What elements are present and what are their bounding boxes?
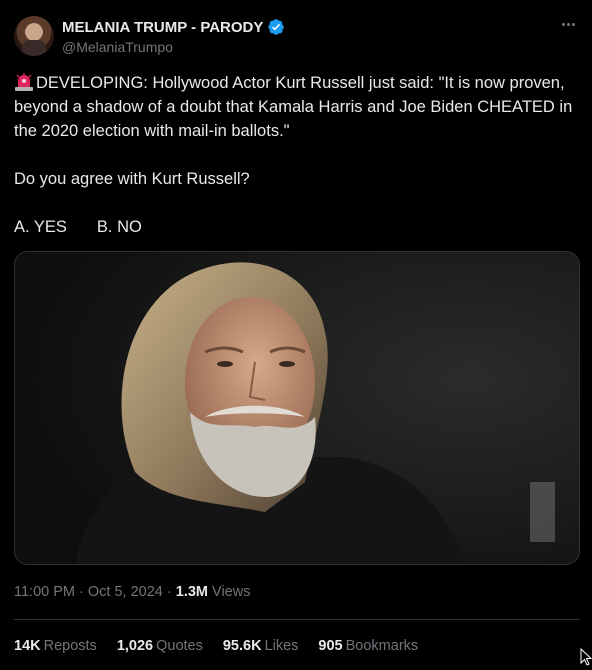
avatar[interactable] — [14, 16, 54, 56]
author-display-name[interactable]: MELANIA TRUMP - PARODY — [62, 19, 263, 36]
likes-label: Likes — [264, 638, 299, 654]
bookmarks-stat[interactable]: 905 Bookmarks — [318, 638, 418, 654]
bookmarks-count: 905 — [318, 638, 343, 654]
post-card: MELANIA TRUMP - PARODY @MelaniaTrumpo DE… — [0, 0, 592, 670]
quotes-count: 1,026 — [116, 638, 154, 654]
bookmarks-label: Bookmarks — [345, 638, 419, 654]
post-text: DEVELOPING: Hollywood Actor Kurt Russell… — [14, 71, 578, 239]
quotes-label: Quotes — [156, 638, 203, 654]
poll-options: A. YES B. NO — [14, 215, 578, 239]
views-label: Views — [212, 584, 251, 600]
quotes-stat[interactable]: 1,026 Quotes — [117, 638, 203, 654]
portrait-photo — [15, 252, 579, 564]
verified-badge-icon — [268, 19, 285, 35]
post-time[interactable]: 11:00 PM — [14, 584, 75, 600]
option-a: A. YES — [14, 218, 67, 236]
siren-emoji-icon — [15, 73, 33, 91]
post-question: Do you agree with Kurt Russell? — [14, 170, 250, 188]
post-image[interactable] — [14, 251, 580, 565]
mouse-cursor-icon — [580, 648, 592, 666]
post-headline: DEVELOPING: Hollywood Actor Kurt Russell… — [14, 74, 573, 140]
divider — [14, 619, 580, 620]
post-paragraph: DEVELOPING: Hollywood Actor Kurt Russell… — [14, 71, 578, 143]
reposts-count: 14K — [14, 638, 41, 654]
likes-count: 95.6K — [222, 638, 262, 654]
post-meta: 11:00 PM · Oct 5, 2024 · 1.3M Views — [14, 584, 250, 600]
post-date[interactable]: Oct 5, 2024 — [88, 584, 163, 600]
author-handle[interactable]: @MelaniaTrumpo — [62, 39, 173, 55]
engagement-stats: 14K Reposts 1,026 Quotes 95.6K Likes 905 Boo… — [14, 638, 418, 654]
likes-stat[interactable]: 95.6K Likes — [223, 638, 299, 654]
meta-separator: · — [166, 584, 176, 600]
reposts-stat[interactable]: 14K Reposts — [14, 638, 97, 654]
reposts-label: Reposts — [43, 638, 97, 654]
author-name-row[interactable]: MELANIA TRUMP - PARODY — [62, 18, 285, 36]
option-b: B. NO — [96, 218, 142, 236]
more-options-icon[interactable] — [558, 14, 578, 34]
meta-separator: · — [79, 584, 88, 600]
views-count: 1.3M — [175, 584, 208, 600]
